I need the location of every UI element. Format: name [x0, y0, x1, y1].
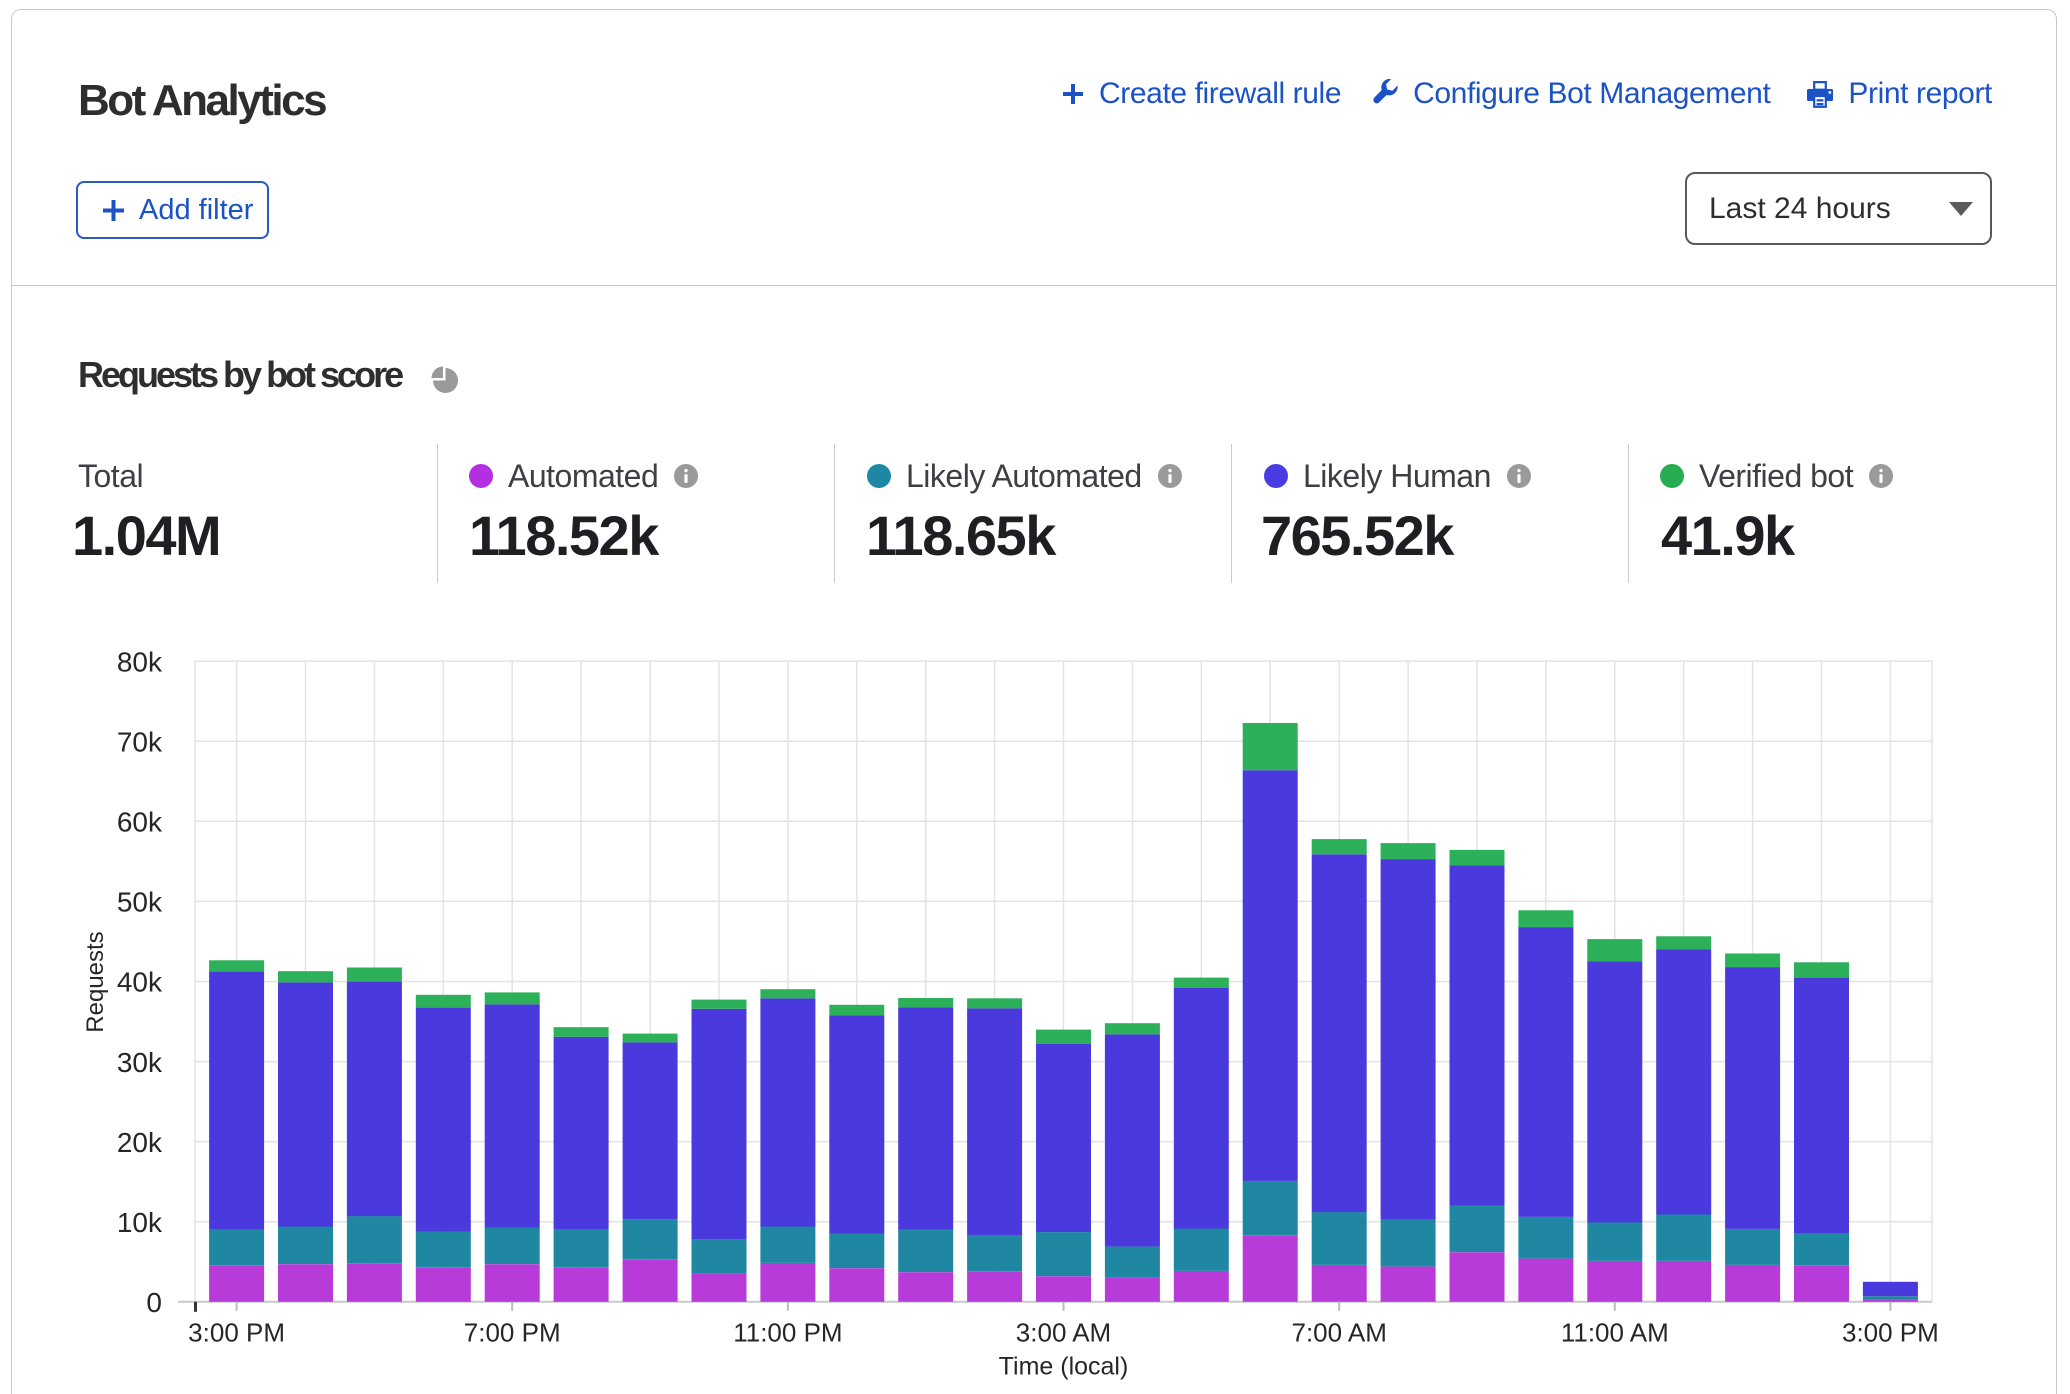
svg-text:10k: 10k: [117, 1207, 163, 1238]
svg-text:3:00 AM: 3:00 AM: [1016, 1318, 1111, 1348]
svg-text:20k: 20k: [117, 1127, 163, 1158]
svg-text:7:00 PM: 7:00 PM: [464, 1318, 561, 1348]
svg-text:11:00 AM: 11:00 AM: [1561, 1318, 1669, 1348]
svg-text:80k: 80k: [117, 646, 163, 677]
svg-text:11:00 PM: 11:00 PM: [733, 1318, 842, 1348]
svg-text:Requests: Requests: [82, 931, 109, 1032]
svg-text:Time (local): Time (local): [999, 1353, 1129, 1381]
svg-text:30k: 30k: [117, 1047, 163, 1078]
svg-text:60k: 60k: [117, 807, 163, 838]
svg-text:50k: 50k: [117, 887, 163, 918]
svg-text:7:00 AM: 7:00 AM: [1291, 1318, 1386, 1348]
svg-text:3:00 PM: 3:00 PM: [1842, 1318, 1939, 1348]
svg-text:40k: 40k: [117, 967, 163, 998]
svg-text:70k: 70k: [117, 726, 163, 757]
svg-text:3:00 PM: 3:00 PM: [188, 1318, 285, 1348]
svg-text:0: 0: [146, 1287, 162, 1318]
